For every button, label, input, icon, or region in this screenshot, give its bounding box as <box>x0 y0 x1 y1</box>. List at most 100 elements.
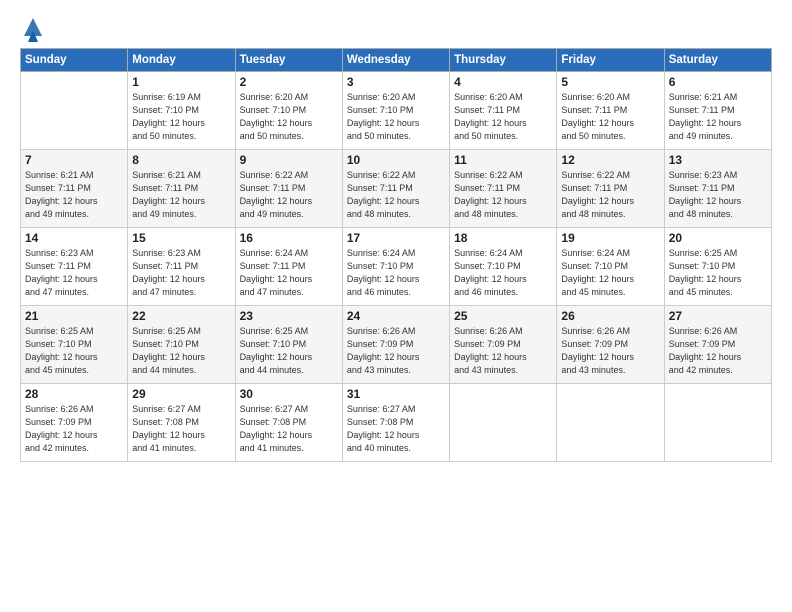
calendar-cell: 20 Sunrise: 6:25 AM Sunset: 7:10 PM Dayli… <box>664 228 771 306</box>
calendar-cell: 16 Sunrise: 6:24 AM Sunset: 7:11 PM Dayli… <box>235 228 342 306</box>
calendar-cell: 28 Sunrise: 6:26 AM Sunset: 7:09 PM Dayli… <box>21 384 128 462</box>
calendar-cell: 27 Sunrise: 6:26 AM Sunset: 7:09 PM Dayli… <box>664 306 771 384</box>
week-row-1: 7 Sunrise: 6:21 AM Sunset: 7:11 PM Daylig… <box>21 150 772 228</box>
day-info: Sunrise: 6:25 AM Sunset: 7:10 PM Dayligh… <box>25 325 123 377</box>
day-number: 8 <box>132 153 230 167</box>
day-info: Sunrise: 6:26 AM Sunset: 7:09 PM Dayligh… <box>25 403 123 455</box>
calendar-cell: 10 Sunrise: 6:22 AM Sunset: 7:11 PM Dayli… <box>342 150 449 228</box>
calendar-cell: 13 Sunrise: 6:23 AM Sunset: 7:11 PM Dayli… <box>664 150 771 228</box>
calendar-cell: 5Sunrise: 6:20 AM Sunset: 7:11 PM Daylig… <box>557 72 664 150</box>
calendar-cell: 14Sunrise: 6:23 AM Sunset: 7:11 PM Dayli… <box>21 228 128 306</box>
calendar-cell: 22 Sunrise: 6:25 AM Sunset: 7:10 PM Dayli… <box>128 306 235 384</box>
day-info: Sunrise: 6:24 AM Sunset: 7:10 PM Dayligh… <box>454 247 552 299</box>
calendar-cell <box>664 384 771 462</box>
week-row-0: 1 Sunrise: 6:19 AM Sunset: 7:10 PM Daylig… <box>21 72 772 150</box>
day-number: 2 <box>240 75 338 89</box>
header-day-sunday: Sunday <box>21 49 128 72</box>
day-number: 3 <box>347 75 445 89</box>
calendar-cell: 18Sunrise: 6:24 AM Sunset: 7:10 PM Dayli… <box>450 228 557 306</box>
day-info: Sunrise: 6:23 AM Sunset: 7:11 PM Dayligh… <box>669 169 767 221</box>
calendar-cell: 2 Sunrise: 6:20 AM Sunset: 7:10 PM Daylig… <box>235 72 342 150</box>
header-day-thursday: Thursday <box>450 49 557 72</box>
calendar-cell: 17 Sunrise: 6:24 AM Sunset: 7:10 PM Dayli… <box>342 228 449 306</box>
calendar-cell: 8 Sunrise: 6:21 AM Sunset: 7:11 PM Daylig… <box>128 150 235 228</box>
day-info: Sunrise: 6:26 AM Sunset: 7:09 PM Dayligh… <box>561 325 659 377</box>
calendar-cell: 6Sunrise: 6:21 AM Sunset: 7:11 PM Daylig… <box>664 72 771 150</box>
day-info: Sunrise: 6:26 AM Sunset: 7:09 PM Dayligh… <box>669 325 767 377</box>
day-info: Sunrise: 6:22 AM Sunset: 7:11 PM Dayligh… <box>454 169 552 221</box>
day-number: 10 <box>347 153 445 167</box>
day-info: Sunrise: 6:19 AM Sunset: 7:10 PM Dayligh… <box>132 91 230 143</box>
calendar-cell: 31 Sunrise: 6:27 AM Sunset: 7:08 PM Dayli… <box>342 384 449 462</box>
calendar-cell: 15 Sunrise: 6:23 AM Sunset: 7:11 PM Dayli… <box>128 228 235 306</box>
day-number: 1 <box>132 75 230 89</box>
header-row: SundayMondayTuesdayWednesdayThursdayFrid… <box>21 49 772 72</box>
day-number: 30 <box>240 387 338 401</box>
header <box>20 18 772 40</box>
page: SundayMondayTuesdayWednesdayThursdayFrid… <box>0 0 792 612</box>
calendar-cell: 26 Sunrise: 6:26 AM Sunset: 7:09 PM Dayli… <box>557 306 664 384</box>
day-number: 27 <box>669 309 767 323</box>
day-number: 22 <box>132 309 230 323</box>
day-number: 17 <box>347 231 445 245</box>
week-row-4: 28 Sunrise: 6:26 AM Sunset: 7:09 PM Dayli… <box>21 384 772 462</box>
header-day-tuesday: Tuesday <box>235 49 342 72</box>
day-number: 24 <box>347 309 445 323</box>
day-info: Sunrise: 6:25 AM Sunset: 7:10 PM Dayligh… <box>132 325 230 377</box>
logo-icon <box>22 16 44 44</box>
day-number: 14 <box>25 231 123 245</box>
logo <box>20 18 44 40</box>
header-day-friday: Friday <box>557 49 664 72</box>
day-info: Sunrise: 6:21 AM Sunset: 7:11 PM Dayligh… <box>669 91 767 143</box>
day-info: Sunrise: 6:20 AM Sunset: 7:11 PM Dayligh… <box>454 91 552 143</box>
calendar-cell: 23 Sunrise: 6:25 AM Sunset: 7:10 PM Dayli… <box>235 306 342 384</box>
day-info: Sunrise: 6:23 AM Sunset: 7:11 PM Dayligh… <box>132 247 230 299</box>
calendar-cell: 4 Sunrise: 6:20 AM Sunset: 7:11 PM Daylig… <box>450 72 557 150</box>
day-info: Sunrise: 6:27 AM Sunset: 7:08 PM Dayligh… <box>347 403 445 455</box>
day-info: Sunrise: 6:20 AM Sunset: 7:10 PM Dayligh… <box>347 91 445 143</box>
day-number: 28 <box>25 387 123 401</box>
calendar-cell: 12 Sunrise: 6:22 AM Sunset: 7:11 PM Dayli… <box>557 150 664 228</box>
day-number: 13 <box>669 153 767 167</box>
day-info: Sunrise: 6:21 AM Sunset: 7:11 PM Dayligh… <box>132 169 230 221</box>
day-info: Sunrise: 6:25 AM Sunset: 7:10 PM Dayligh… <box>240 325 338 377</box>
day-number: 20 <box>669 231 767 245</box>
day-info: Sunrise: 6:25 AM Sunset: 7:10 PM Dayligh… <box>669 247 767 299</box>
day-number: 4 <box>454 75 552 89</box>
header-day-monday: Monday <box>128 49 235 72</box>
day-info: Sunrise: 6:24 AM Sunset: 7:11 PM Dayligh… <box>240 247 338 299</box>
header-day-wednesday: Wednesday <box>342 49 449 72</box>
calendar-table: SundayMondayTuesdayWednesdayThursdayFrid… <box>20 48 772 462</box>
day-number: 15 <box>132 231 230 245</box>
calendar-cell: 11Sunrise: 6:22 AM Sunset: 7:11 PM Dayli… <box>450 150 557 228</box>
day-number: 25 <box>454 309 552 323</box>
day-info: Sunrise: 6:20 AM Sunset: 7:10 PM Dayligh… <box>240 91 338 143</box>
calendar-cell: 9Sunrise: 6:22 AM Sunset: 7:11 PM Daylig… <box>235 150 342 228</box>
day-info: Sunrise: 6:22 AM Sunset: 7:11 PM Dayligh… <box>561 169 659 221</box>
day-number: 31 <box>347 387 445 401</box>
day-number: 12 <box>561 153 659 167</box>
calendar-cell: 7 Sunrise: 6:21 AM Sunset: 7:11 PM Daylig… <box>21 150 128 228</box>
day-number: 7 <box>25 153 123 167</box>
calendar-cell: 25 Sunrise: 6:26 AM Sunset: 7:09 PM Dayli… <box>450 306 557 384</box>
day-info: Sunrise: 6:22 AM Sunset: 7:11 PM Dayligh… <box>347 169 445 221</box>
day-info: Sunrise: 6:24 AM Sunset: 7:10 PM Dayligh… <box>347 247 445 299</box>
calendar-cell: 19Sunrise: 6:24 AM Sunset: 7:10 PM Dayli… <box>557 228 664 306</box>
week-row-2: 14 Sunrise: 6:23 AM Sunset: 7:11 PM Dayli… <box>21 228 772 306</box>
day-number: 26 <box>561 309 659 323</box>
calendar-cell: 30Sunrise: 6:27 AM Sunset: 7:08 PM Dayli… <box>235 384 342 462</box>
day-number: 23 <box>240 309 338 323</box>
calendar-cell: 3 Sunrise: 6:20 AM Sunset: 7:10 PM Daylig… <box>342 72 449 150</box>
day-number: 9 <box>240 153 338 167</box>
calendar-cell <box>450 384 557 462</box>
day-info: Sunrise: 6:20 AM Sunset: 7:11 PM Dayligh… <box>561 91 659 143</box>
day-info: Sunrise: 6:26 AM Sunset: 7:09 PM Dayligh… <box>454 325 552 377</box>
header-day-saturday: Saturday <box>664 49 771 72</box>
day-number: 16 <box>240 231 338 245</box>
week-row-3: 21Sunrise: 6:25 AM Sunset: 7:10 PM Dayli… <box>21 306 772 384</box>
day-info: Sunrise: 6:27 AM Sunset: 7:08 PM Dayligh… <box>132 403 230 455</box>
day-info: Sunrise: 6:21 AM Sunset: 7:11 PM Dayligh… <box>25 169 123 221</box>
calendar-cell: 1 Sunrise: 6:19 AM Sunset: 7:10 PM Daylig… <box>128 72 235 150</box>
calendar-cell <box>557 384 664 462</box>
calendar-cell: 24Sunrise: 6:26 AM Sunset: 7:09 PM Dayli… <box>342 306 449 384</box>
